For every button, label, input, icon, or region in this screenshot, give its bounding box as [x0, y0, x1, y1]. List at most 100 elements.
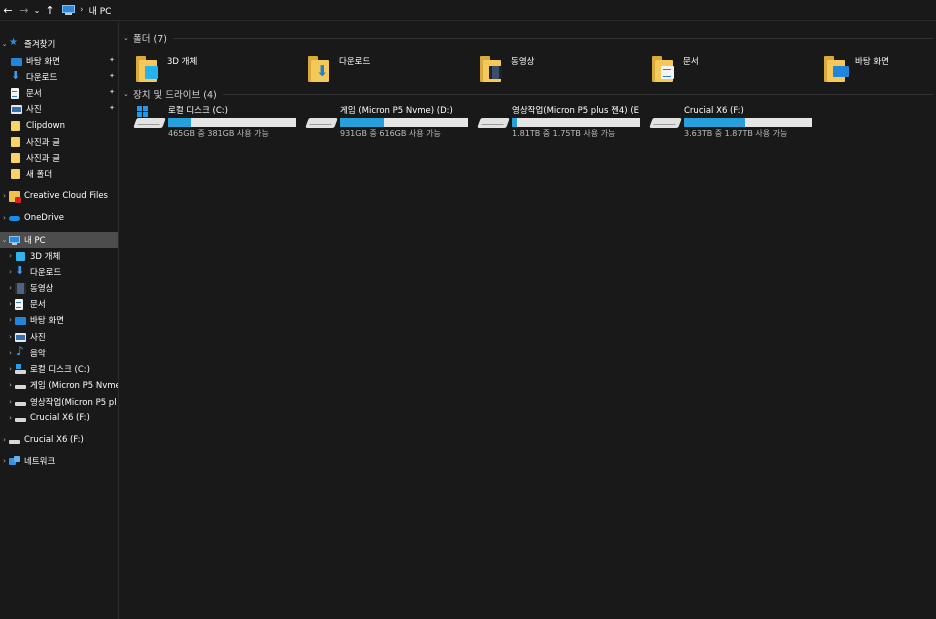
chevron-right-icon[interactable]: ›	[6, 398, 15, 406]
chevron-down-icon[interactable]: ⌄	[123, 34, 133, 42]
folder-desktop-icon	[824, 56, 849, 82]
drive-usage-bar	[684, 118, 812, 127]
network-icon	[9, 455, 20, 467]
content-pane: ⌄ 폴더 (7) 3D 개체 다운로드 동영상 문서 바탕 화면 ⌄ 장치 및 …	[120, 22, 936, 619]
folder-videos[interactable]: 동영상	[480, 52, 650, 84]
sidebar-this-pc[interactable]: ⌄ 내 PC	[0, 232, 118, 248]
sidebar-item-label: Crucial X6 (F:)	[30, 413, 90, 423]
chevron-down-icon[interactable]: ⌄	[0, 236, 9, 244]
pin-icon: ✦	[109, 56, 115, 64]
folder-label: 문서	[683, 57, 699, 67]
chevron-right-icon[interactable]: ›	[6, 365, 15, 373]
desktop-icon	[15, 316, 26, 325]
sidebar-item-label: 사진	[30, 333, 46, 343]
sidebar-item-drive-d[interactable]: › 게임 (Micron P5 Nvme	[0, 377, 118, 393]
sidebar-item-documents[interactable]: 문서 ✦	[0, 85, 118, 101]
chevron-right-icon[interactable]: ›	[0, 214, 9, 222]
drive-f[interactable]: Crucial X6 (F:) 3.63TB 중 1.87TB 사용 가능	[649, 106, 821, 140]
download-icon	[11, 69, 22, 83]
breadcrumb-this-pc[interactable]: 내 PC	[89, 4, 112, 17]
sidebar-crucial-x6[interactable]: › Crucial X6 (F:)	[0, 432, 118, 448]
chevron-down-icon[interactable]: ⌄	[123, 90, 133, 98]
sidebar-item-label: OneDrive	[24, 213, 64, 223]
sidebar-item-label: 바탕 화면	[30, 316, 64, 326]
sidebar-item-pc-desktop[interactable]: › 바탕 화면	[0, 312, 118, 328]
sidebar-item-label: Clipdown	[26, 121, 65, 131]
drive-d[interactable]: 게임 (Micron P5 Nvme) (D:) 931GB 중 616GB 사…	[305, 106, 477, 140]
chevron-right-icon[interactable]: ›	[0, 457, 9, 465]
drive-usage-fill	[684, 118, 746, 127]
chevron-right-icon[interactable]: ›	[6, 381, 15, 389]
chevron-right-icon[interactable]: ›	[0, 436, 9, 444]
sidebar-onedrive[interactable]: › OneDrive	[0, 210, 118, 226]
sidebar-item-3d-objects[interactable]: › 3D 개체	[0, 248, 118, 264]
folder-documents[interactable]: 문서	[652, 52, 822, 84]
drive-usage-bar	[340, 118, 468, 127]
sidebar-item-label: 네트워크	[24, 457, 56, 467]
sidebar-item-label: 다운로드	[26, 73, 58, 83]
sidebar-quick-access[interactable]: ⌄ 즐겨찾기	[0, 36, 118, 52]
folder-3d-objects[interactable]: 3D 개체	[136, 52, 306, 84]
chevron-right-icon[interactable]: ›	[6, 414, 15, 422]
pin-icon: ✦	[109, 104, 115, 112]
folder-desktop[interactable]: 바탕 화면	[824, 52, 932, 84]
chevron-right-icon[interactable]: ›	[6, 316, 15, 324]
breadcrumb-separator[interactable]: ›	[80, 5, 84, 15]
sidebar-item-label: 문서	[26, 89, 42, 99]
folder-label: 다운로드	[339, 57, 371, 67]
group-divider	[222, 93, 933, 95]
up-button[interactable]: ↑	[42, 0, 58, 20]
folders-group-header[interactable]: ⌄ 폴더 (7)	[123, 31, 933, 45]
chevron-right-icon[interactable]: ›	[6, 252, 15, 260]
sidebar-item-photos-text-1[interactable]: 사진과 글	[0, 134, 118, 150]
chevron-right-icon[interactable]: ›	[6, 284, 15, 292]
chevron-right-icon[interactable]: ›	[6, 268, 15, 276]
sidebar-item-pictures[interactable]: 사진 ✦	[0, 101, 118, 117]
sidebar-item-label: 즐겨찾기	[24, 40, 56, 50]
sidebar-item-pc-pictures[interactable]: › 사진	[0, 329, 118, 345]
sidebar-item-label: 음악	[30, 349, 46, 359]
drive-name: 영상작업(Micron P5 plus 젠4) (E:)	[512, 106, 640, 116]
sidebar-item-label: 로컬 디스크 (C:)	[30, 365, 90, 375]
recent-locations-button[interactable]: ⌄	[32, 0, 42, 20]
chevron-right-icon[interactable]: ›	[6, 333, 15, 341]
folder-label: 3D 개체	[167, 57, 198, 67]
chevron-right-icon[interactable]: ›	[0, 192, 9, 200]
back-button[interactable]: ←	[0, 0, 16, 20]
sidebar-item-music[interactable]: › 음악	[0, 345, 118, 361]
folder-downloads[interactable]: 다운로드	[308, 52, 478, 84]
sidebar-item-drive-e[interactable]: › 영상작업(Micron P5 pl	[0, 394, 118, 410]
sidebar-item-drive-f[interactable]: › Crucial X6 (F:)	[0, 410, 118, 426]
this-pc-icon	[62, 5, 75, 15]
folder-icon	[11, 153, 20, 163]
sidebar-item-drive-c[interactable]: › 로컬 디스크 (C:)	[0, 361, 118, 377]
drive-usage-fill	[340, 118, 384, 127]
chevron-right-icon[interactable]: ›	[6, 300, 15, 308]
drive-usage-fill	[168, 118, 192, 127]
folder-video-icon	[480, 56, 504, 82]
sidebar-item-videos[interactable]: › 동영상	[0, 280, 118, 296]
navigation-pane: ⌄ 즐겨찾기 바탕 화면 ✦ 다운로드 ✦ 문서 ✦ 사진 ✦ Clipdown…	[0, 22, 119, 619]
drive-usage-fill	[512, 118, 518, 127]
sidebar-item-downloads[interactable]: 다운로드 ✦	[0, 69, 118, 85]
forward-button[interactable]: →	[16, 0, 32, 20]
video-icon	[15, 282, 26, 294]
sidebar-item-clipdown[interactable]: Clipdown	[0, 118, 118, 134]
sidebar-network[interactable]: › 네트워크	[0, 453, 118, 469]
pictures-icon	[11, 104, 22, 114]
star-icon	[9, 37, 20, 50]
chevron-right-icon[interactable]: ›	[6, 349, 15, 357]
sidebar-item-pc-documents[interactable]: › 문서	[0, 296, 118, 312]
sidebar-item-pc-downloads[interactable]: › 다운로드	[0, 264, 118, 280]
breadcrumb[interactable]: › 내 PC	[62, 0, 111, 20]
sidebar-creative-cloud[interactable]: › Creative Cloud Files	[0, 188, 118, 204]
drive-usage-bar	[168, 118, 296, 127]
sidebar-item-new-folder[interactable]: 새 폴더	[0, 166, 118, 182]
drive-e[interactable]: 영상작업(Micron P5 plus 젠4) (E:) 1.81TB 중 1.…	[477, 106, 649, 140]
folder-icon	[11, 121, 20, 131]
drives-group-header[interactable]: ⌄ 장치 및 드라이브 (4)	[123, 87, 933, 101]
chevron-down-icon[interactable]: ⌄	[0, 40, 9, 48]
drive-c[interactable]: 로컬 디스크 (C:) 465GB 중 381GB 사용 가능	[133, 106, 305, 140]
sidebar-item-photos-text-2[interactable]: 사진과 글	[0, 150, 118, 166]
sidebar-item-desktop[interactable]: 바탕 화면 ✦	[0, 53, 118, 69]
